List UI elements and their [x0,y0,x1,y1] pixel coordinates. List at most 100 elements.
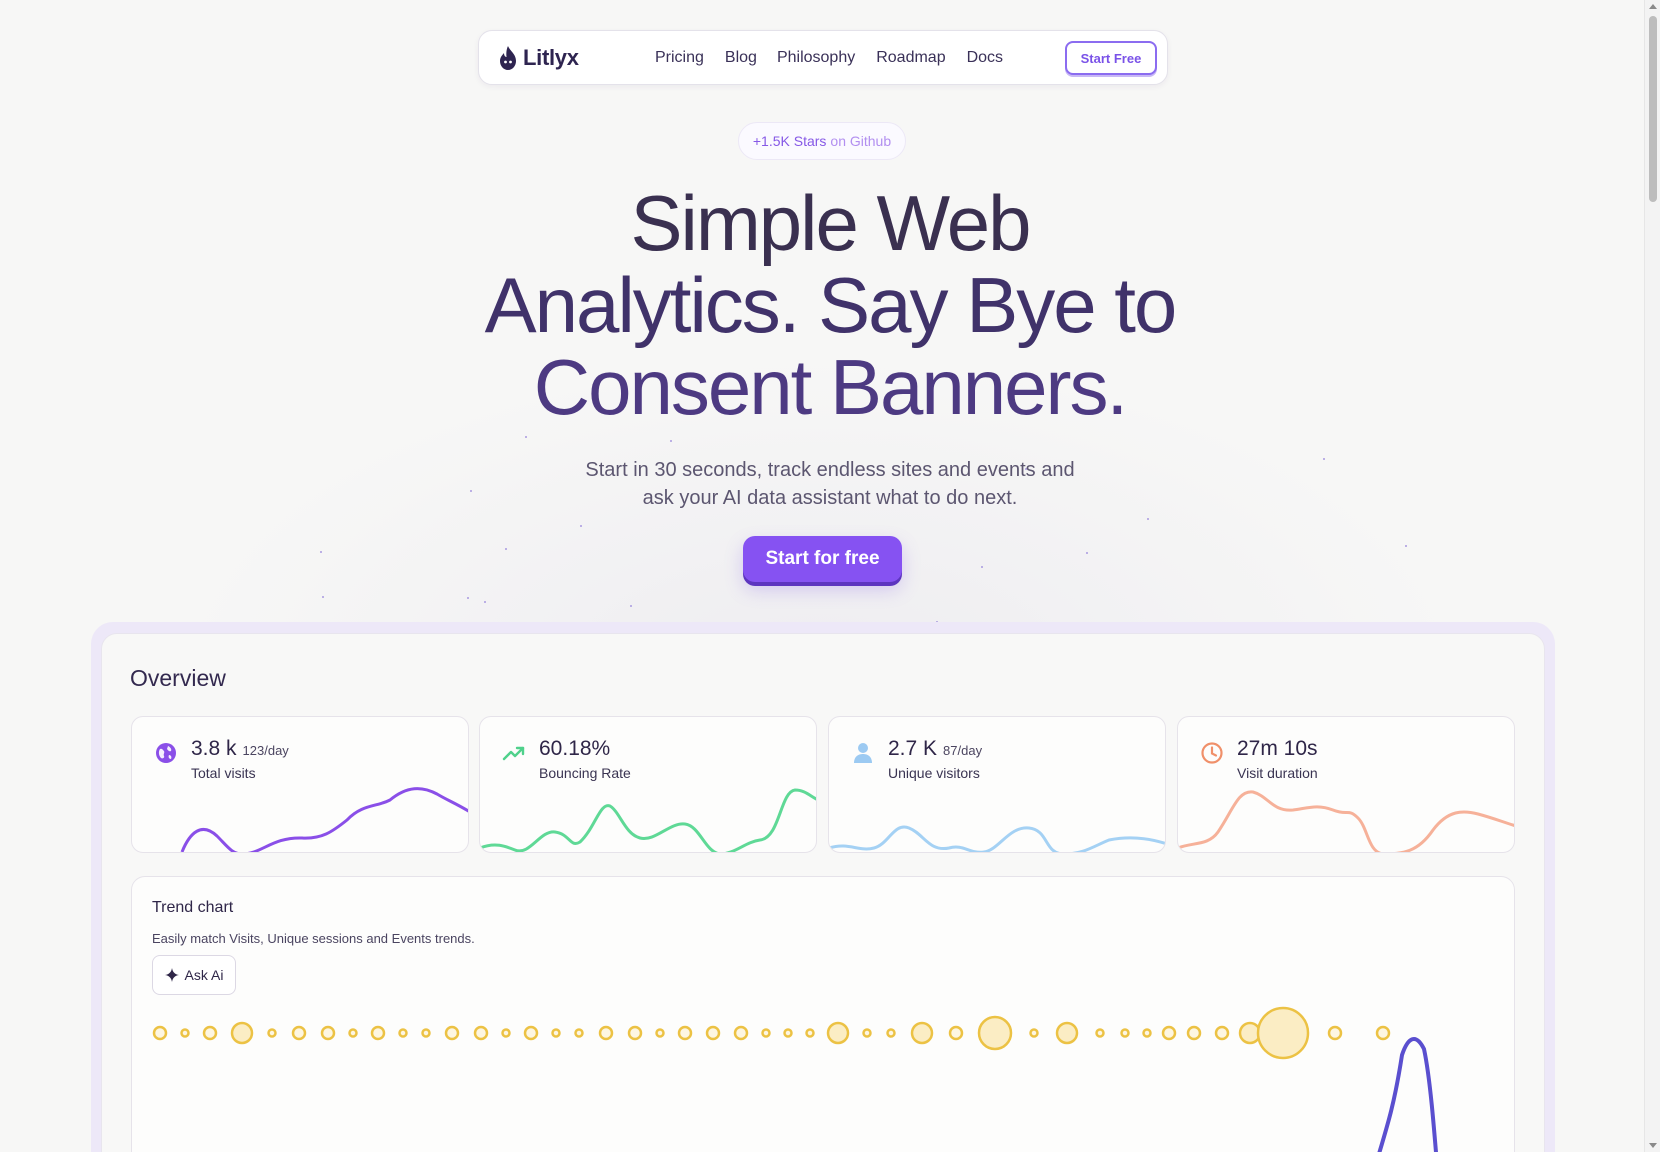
trend-bubble[interactable] [1186,1025,1202,1041]
brand-name: Litlyx [523,45,579,70]
stat-label: Unique visitors [888,765,980,781]
trend-bubble[interactable] [910,1021,934,1045]
trend-bubble[interactable] [398,1028,408,1038]
sparkle-icon [164,968,179,982]
trend-bubble[interactable] [501,1028,511,1038]
trend-bubble[interactable] [1120,1028,1130,1038]
trend-bubble[interactable] [1055,1021,1079,1045]
hero-subtitle: Start in 30 seconds, track endless sites… [530,456,1130,512]
stat-card-unique-visitors[interactable]: 2.7 K 87/day Unique visitors [828,716,1166,853]
hero-subtitle-line-1: Start in 30 seconds, track endless sites… [585,459,1075,481]
start-for-free-button[interactable]: Start for free [743,536,902,582]
flame-logo-icon [500,46,516,70]
trend-bubble[interactable] [733,1025,749,1041]
trend-chart [152,1006,1438,1152]
sparkline-unique-visitors [829,825,1165,852]
trend-bubble[interactable] [677,1025,693,1041]
trend-bubble[interactable] [1327,1025,1343,1041]
trend-chart-description: Easily match Visits, Unique sessions and… [152,931,475,946]
hero-title-line-3: Consent Banners. [533,343,1128,431]
nav-link-roadmap[interactable]: Roadmap [876,49,945,67]
trend-bubble[interactable] [1029,1028,1039,1038]
ask-ai-button[interactable]: Ask Ai [152,955,236,995]
stat-card-visit-duration[interactable]: 27m 10s Visit duration [1177,716,1515,853]
scroll-down-icon[interactable] [1649,1143,1657,1148]
stat-card-total-visits[interactable]: 3.8 k 123/day Total visits [131,716,469,853]
trend-bubble[interactable] [886,1028,896,1038]
trend-bubble[interactable] [977,1015,1013,1051]
globe-icon [156,743,176,763]
scroll-up-icon[interactable] [1649,4,1657,9]
overview-title: Overview [130,665,226,691]
trend-bubble[interactable] [202,1025,218,1041]
trend-bubble[interactable] [152,1025,168,1041]
stat-per-day: 87/day [943,743,983,758]
trend-bubble[interactable] [655,1028,665,1038]
stat-value: 2.7 K 87/day [888,737,983,760]
trend-bubble[interactable] [421,1028,431,1038]
nav-links: Pricing Blog Philosophy Roadmap Docs [655,49,1023,67]
brand-logo[interactable]: Litlyx [497,45,579,71]
github-stars-label: on Github [830,133,892,149]
trend-chart-card: Trend chart Easily match Visits, Unique … [131,876,1515,1152]
stat-value: 60.18% [539,737,611,760]
hero-subtitle-line-2: ask your AI data assistant what to do ne… [642,487,1018,509]
trend-bubble[interactable] [267,1028,277,1038]
stat-per-day: 123/day [242,743,289,758]
trend-bubble[interactable] [291,1025,307,1041]
sparkline-visit-duration [1178,790,1514,852]
nav-link-pricing[interactable]: Pricing [655,49,704,67]
trend-bubble[interactable] [1161,1025,1177,1041]
trend-bubble[interactable] [523,1025,539,1041]
nav-link-philosophy[interactable]: Philosophy [777,49,855,67]
trend-bubble[interactable] [948,1025,964,1041]
page-scrollbar[interactable] [1644,0,1660,1152]
ask-ai-label: Ask Ai [184,967,224,983]
hero-title-line-2: Analytics. Say Bye to [484,261,1178,349]
nav-link-blog[interactable]: Blog [725,49,757,67]
stat-label: Total visits [191,765,256,781]
hero-title: Simple Web Analytics. Say Bye to Consent… [330,182,1330,428]
trend-bubble[interactable] [180,1028,190,1038]
trend-bubble[interactable] [551,1028,561,1038]
trend-bubble[interactable] [370,1025,386,1041]
scrollbar-thumb[interactable] [1649,16,1657,202]
trend-bubble[interactable] [598,1025,614,1041]
github-stars-count: +1.5K Stars [752,133,827,149]
clock-icon [1201,742,1223,764]
trend-bubble[interactable] [627,1025,643,1041]
trend-bubble[interactable] [783,1028,793,1038]
trend-line [1377,1037,1438,1152]
start-free-button[interactable]: Start Free [1065,41,1157,75]
trend-bubble[interactable] [320,1025,336,1041]
github-stars-badge[interactable]: +1.5K Stars on Github [738,122,906,160]
trending-up-icon [502,746,525,761]
stat-card-bouncing-rate[interactable]: 60.18% Bouncing Rate [479,716,817,853]
trend-bubble[interactable] [1142,1028,1152,1038]
trend-bubble[interactable] [862,1028,872,1038]
trend-bubble[interactable] [1256,1006,1310,1060]
trend-bubble[interactable] [230,1021,254,1045]
trend-bubble[interactable] [805,1028,815,1038]
trend-bubble[interactable] [705,1025,721,1041]
sparkline-total-visits [180,787,468,852]
top-navbar: Litlyx Pricing Blog Philosophy Roadmap D… [478,30,1168,85]
hero-title-line-1: Simple Web [630,179,1031,267]
stat-value: 27m 10s [1237,737,1318,760]
user-icon [854,743,872,763]
stat-value: 3.8 k 123/day [191,737,289,760]
trend-bubble[interactable] [348,1028,358,1038]
trend-chart-title: Trend chart [152,899,234,916]
trend-bubble[interactable] [473,1025,489,1041]
trend-bubble[interactable] [1214,1025,1230,1041]
sparkline-bouncing-rate [480,788,816,852]
trend-bubble[interactable] [444,1025,460,1041]
stat-label: Bouncing Rate [539,765,631,781]
stat-label: Visit duration [1237,765,1318,781]
trend-bubble[interactable] [761,1028,771,1038]
nav-link-docs[interactable]: Docs [967,49,1003,67]
trend-bubble[interactable] [1375,1025,1391,1041]
trend-bubble[interactable] [1095,1028,1105,1038]
trend-bubble[interactable] [826,1021,850,1045]
trend-bubble[interactable] [574,1028,584,1038]
